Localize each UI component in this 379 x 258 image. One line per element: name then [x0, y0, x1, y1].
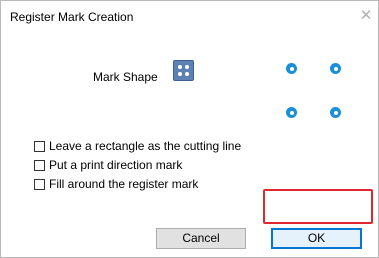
mark-shape-button[interactable] [173, 60, 194, 81]
register-mark-dot-bottom-right [330, 107, 341, 118]
register-mark-dot-top-right [330, 63, 341, 74]
register-mark-dot-bottom-left [286, 107, 297, 118]
option-leave-rectangle[interactable]: Leave a rectangle as the cutting line [34, 138, 241, 154]
ok-button[interactable]: OK [271, 228, 362, 249]
cancel-button[interactable]: Cancel [156, 228, 246, 249]
option-fill-around-mark[interactable]: Fill around the register mark [34, 176, 198, 192]
option-label: Leave a rectangle as the cutting line [49, 139, 242, 153]
option-label: Fill around the register mark [49, 177, 199, 191]
option-print-direction-mark[interactable]: Put a print direction mark [34, 157, 182, 173]
checkbox-leave-rectangle[interactable] [34, 140, 45, 152]
checkbox-fill-around-mark[interactable] [34, 178, 45, 190]
title-bar: Register Mark Creation ✕ [1, 1, 378, 31]
option-label: Put a print direction mark [49, 158, 183, 172]
register-mark-creation-dialog: Register Mark Creation ✕ Mark Shape Leav… [0, 0, 379, 258]
close-icon[interactable]: ✕ [359, 8, 373, 23]
register-mark-dot-top-left [286, 63, 297, 74]
dialog-body: Mark Shape Leave a rectangle as the cutt… [1, 31, 378, 257]
mark-shape-label: Mark Shape [93, 70, 158, 84]
checkbox-print-direction-mark[interactable] [34, 159, 45, 171]
dialog-title: Register Mark Creation [10, 10, 134, 24]
